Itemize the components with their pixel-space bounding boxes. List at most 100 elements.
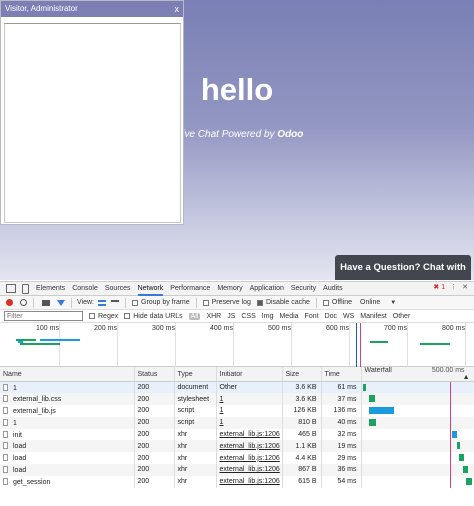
request-initiator[interactable]: 1 — [216, 416, 283, 429]
tab-security[interactable]: Security — [291, 282, 316, 296]
overview-event-marker — [356, 323, 357, 367]
request-status: 200 — [134, 428, 175, 441]
toolbar-divider — [315, 297, 317, 308]
preserve-log-checkbox[interactable] — [202, 299, 209, 306]
overview-gridline — [291, 323, 292, 367]
request-initiator[interactable]: external_lib.js:1206 — [216, 452, 283, 465]
waterfall-bar — [369, 395, 375, 403]
column-header-size[interactable]: Size — [282, 367, 322, 382]
column-header-status[interactable]: Status — [134, 367, 175, 382]
chat-window-header[interactable]: Visitor, Administrator x — [1, 1, 183, 17]
request-initiator[interactable]: 1 — [216, 405, 283, 417]
column-header-time[interactable]: Time — [321, 367, 362, 382]
error-count-badge[interactable]: ✖ 1 — [433, 283, 445, 291]
request-time: 61 ms — [321, 381, 362, 394]
filter-type-js[interactable]: JS — [227, 313, 235, 320]
record-icon[interactable] — [6, 299, 13, 306]
column-header-waterfall[interactable]: Waterfall 500.00 ms ▲ — [361, 367, 474, 382]
group-by-frame-checkbox[interactable] — [132, 299, 138, 306]
filter-type-css[interactable]: CSS — [241, 313, 255, 320]
regex-checkbox[interactable] — [89, 313, 95, 319]
request-name-cell[interactable]: init — [0, 428, 135, 441]
chat-close-button[interactable]: x — [175, 1, 180, 17]
filter-type-doc[interactable]: Doc — [325, 313, 337, 320]
request-name: load — [13, 455, 27, 463]
tab-application[interactable]: Application — [250, 282, 284, 296]
filter-type-font[interactable]: Font — [305, 313, 319, 320]
request-name-cell[interactable]: 1 — [0, 381, 135, 394]
request-type: stylesheet — [174, 393, 217, 406]
tab-sources[interactable]: Sources — [105, 282, 131, 296]
show-overview-icon[interactable] — [111, 299, 119, 306]
close-devtools-icon[interactable]: ✕ — [462, 283, 468, 291]
table-row[interactable]: 1 200 script 1 810 B 40 ms — [0, 416, 474, 429]
table-row[interactable]: 1 200 document Other 3.6 KB 61 ms — [0, 381, 474, 394]
hide-data-urls-checkbox[interactable] — [124, 313, 131, 319]
inspect-element-icon[interactable] — [6, 284, 16, 293]
request-initiator[interactable]: external_lib.js:1206 — [216, 475, 283, 488]
table-row[interactable]: load 200 xhr external_lib.js:1206 867 B 36 ms — [0, 464, 474, 476]
file-icon — [3, 454, 8, 462]
requests-table-body: 1 200 document Other 3.6 KB 61 ms external_lib… — [0, 381, 474, 488]
request-name-cell[interactable]: external_lib.js — [0, 405, 135, 417]
tab-elements[interactable]: Elements — [36, 282, 65, 296]
offline-checkbox[interactable] — [322, 299, 329, 306]
request-initiator[interactable]: external_lib.js:1206 — [216, 428, 283, 441]
tab-network[interactable]: Network — [137, 282, 164, 296]
overview-gridline — [407, 323, 408, 367]
request-type: xhr — [174, 464, 217, 476]
filter-type-manifest[interactable]: Manifest — [360, 313, 386, 320]
tab-memory[interactable]: Memory — [217, 282, 242, 296]
filter-type-media[interactable]: Media — [279, 313, 298, 320]
table-row[interactable]: external_lib.js 200 script 1 126 KB 136 ms — [0, 405, 474, 417]
table-row[interactable]: get_session 200 xhr external_lib.js:1206 615… — [0, 475, 474, 488]
sort-up-icon[interactable]: ▲ — [463, 374, 470, 381]
request-time: 36 ms — [321, 464, 362, 476]
filter-input[interactable] — [4, 311, 83, 321]
request-name-cell[interactable]: get_session — [0, 475, 135, 488]
request-name-cell[interactable]: load — [0, 464, 135, 476]
table-row[interactable]: init 200 xhr external_lib.js:1206 465 B 32 ms — [0, 428, 474, 441]
more-options-icon[interactable]: ⋮ — [450, 283, 457, 291]
request-size: 3.6 KB — [282, 393, 322, 406]
device-toolbar-icon[interactable] — [22, 283, 29, 294]
large-rows-icon[interactable] — [98, 299, 106, 306]
request-size: 3.6 KB — [282, 381, 322, 394]
filter-type-all[interactable]: All — [188, 312, 201, 320]
overview-gridline — [59, 323, 60, 367]
request-name-cell[interactable]: load — [0, 452, 135, 465]
network-overview-timeline[interactable]: 100 ms 200 ms 300 ms 400 ms 500 ms 600 ms 700 … — [0, 323, 474, 367]
chat-message-area[interactable] — [4, 23, 181, 223]
chevron-down-icon[interactable]: ▼ — [390, 300, 396, 306]
overview-tick-label: 100 ms — [36, 325, 59, 332]
request-size: 867 B — [282, 464, 322, 476]
request-initiator[interactable]: external_lib.js:1206 — [216, 464, 283, 476]
request-name-cell[interactable]: 1 — [0, 416, 135, 429]
throttling-select[interactable]: Online — [360, 299, 380, 306]
disable-cache-checkbox[interactable] — [256, 299, 263, 306]
request-initiator[interactable]: external_lib.js:1206 — [216, 440, 283, 453]
request-name-cell[interactable]: load — [0, 440, 135, 453]
filter-type-ws[interactable]: WS — [343, 313, 354, 320]
tab-performance[interactable]: Performance — [170, 282, 210, 296]
filter-type-img[interactable]: Img — [262, 313, 274, 320]
filter-type-xhr[interactable]: XHR — [206, 313, 221, 320]
tab-audits[interactable]: Audits — [323, 282, 342, 296]
capture-screenshots-icon[interactable] — [42, 299, 50, 306]
chat-with-us-button[interactable]: Have a Question? Chat with us. — [335, 255, 471, 280]
request-name: 1 — [13, 384, 17, 392]
column-header-initiator[interactable]: Initiator — [216, 367, 283, 382]
table-row[interactable]: load 200 xhr external_lib.js:1206 4.4 KB 29 m… — [0, 452, 474, 465]
filter-type-other[interactable]: Other — [393, 313, 411, 320]
request-initiator[interactable]: 1 — [216, 393, 283, 406]
clear-icon[interactable] — [20, 299, 27, 306]
column-header-name[interactable]: Name — [0, 367, 135, 382]
waterfall-event-marker — [449, 428, 451, 441]
filter-icon[interactable] — [57, 299, 65, 306]
table-row[interactable]: external_lib.css 200 stylesheet 1 3.6 KB 37 m… — [0, 393, 474, 406]
request-type: xhr — [174, 428, 217, 441]
table-row[interactable]: load 200 xhr external_lib.js:1206 1.1 KB 19 m… — [0, 440, 474, 453]
column-header-type[interactable]: Type — [174, 367, 217, 382]
tab-console[interactable]: Console — [72, 282, 98, 296]
request-name-cell[interactable]: external_lib.css — [0, 393, 135, 406]
